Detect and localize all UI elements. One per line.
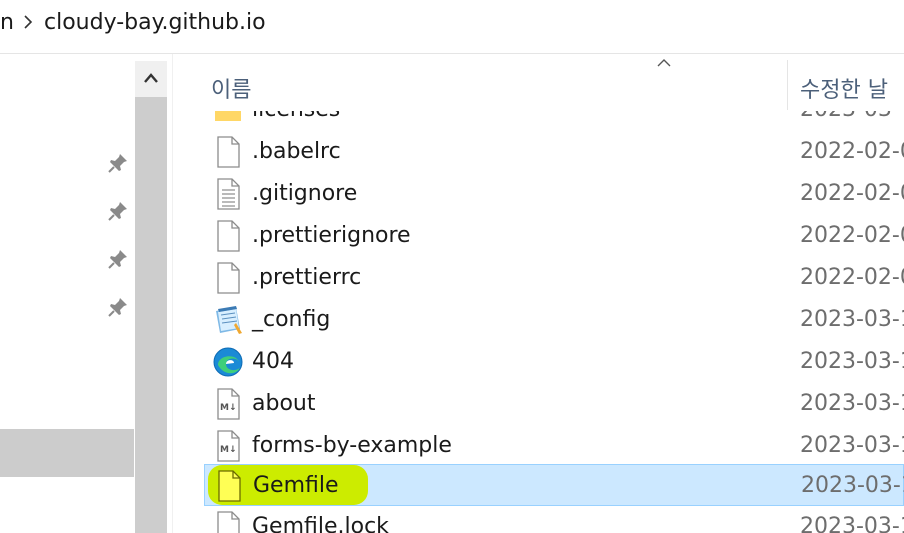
nav-scroll-up-button[interactable]	[135, 61, 167, 97]
file-date: 2023-03-1	[800, 349, 904, 374]
file-date: 2023-03-1	[800, 391, 904, 416]
markdown-icon: M↓	[217, 430, 240, 462]
blank-file-icon	[217, 262, 240, 294]
pin-icon[interactable]	[106, 295, 130, 319]
list-item[interactable]: M↓ forms-by-example 2023-03-1	[204, 425, 904, 467]
breadcrumb-previous-segment[interactable]: n	[0, 8, 14, 38]
list-item[interactable]: licenses 2023-03-	[204, 111, 904, 131]
file-date: 2022-02-0	[800, 181, 904, 206]
file-name: Gemfile	[253, 473, 339, 498]
file-date: 2022-02-0	[800, 139, 904, 164]
column-header-date-modified[interactable]: 수정한 날	[800, 72, 888, 104]
sort-ascending-icon	[657, 59, 671, 67]
text-file-icon	[217, 178, 240, 210]
list-item[interactable]: .gitignore 2022-02-0	[204, 173, 904, 215]
list-item[interactable]: .babelrc 2022-02-0	[204, 131, 904, 173]
blank-file-icon	[217, 511, 240, 533]
file-name: .gitignore	[252, 181, 358, 206]
svg-text:M↓: M↓	[220, 445, 237, 455]
nav-scrollbar-track[interactable]	[135, 61, 167, 533]
address-bar[interactable]: n cloudy-bay.github.io	[0, 0, 904, 54]
file-name: about	[252, 391, 316, 416]
file-date: 2023-03-1	[800, 514, 904, 533]
file-date: 2022-02-0	[800, 223, 904, 248]
column-header-name[interactable]: 이름	[211, 72, 251, 104]
yellow-file-icon	[218, 470, 241, 502]
list-item[interactable]: .prettierrc 2022-02-0	[204, 257, 904, 299]
file-list: licenses 2023-03- .babelrc 2022-02-0	[173, 111, 904, 533]
breadcrumb-current-folder[interactable]: cloudy-bay.github.io	[44, 8, 266, 38]
pin-icon[interactable]	[106, 151, 130, 175]
file-date: 2023-03-1	[800, 433, 904, 458]
list-item[interactable]: _config 2023-03-1	[204, 299, 904, 341]
file-name: .prettierrc	[252, 265, 362, 290]
file-date: 2022-02-0	[800, 265, 904, 290]
file-name: .babelrc	[252, 139, 341, 164]
list-item-selected[interactable]: Gemfile 2023-03-1	[204, 464, 904, 506]
folder-icon	[215, 111, 241, 121]
pin-icon[interactable]	[106, 199, 130, 223]
file-name: licenses	[252, 111, 340, 125]
svg-text:M↓: M↓	[220, 403, 237, 413]
chevron-right-icon[interactable]	[20, 10, 36, 34]
file-date: 2023-03-1	[801, 473, 904, 498]
column-resize-handle[interactable]	[787, 60, 788, 110]
list-item[interactable]: Gemfile.lock 2023-03-1	[204, 506, 904, 533]
blank-file-icon	[217, 220, 240, 252]
list-item[interactable]: M↓ about 2023-03-1	[204, 383, 904, 425]
blank-file-icon	[217, 136, 240, 168]
list-item[interactable]: 404 2023-03-1	[204, 341, 904, 383]
file-explorer-window: n cloudy-bay.github.io 이름 수정한 날 .babelrc…	[0, 0, 904, 533]
file-name: forms-by-example	[252, 433, 452, 458]
file-name: _config	[252, 307, 331, 332]
notepad-icon	[216, 306, 242, 334]
markdown-icon: M↓	[217, 388, 240, 420]
file-name: Gemfile.lock	[252, 514, 389, 533]
nav-item-selected[interactable]	[0, 429, 134, 477]
file-date: 2023-03-1	[800, 307, 904, 332]
chevron-up-icon	[144, 73, 158, 83]
list-item[interactable]: .prettierignore 2022-02-0	[204, 215, 904, 257]
column-header-row: 이름 수정한 날	[173, 54, 904, 111]
edge-icon	[213, 347, 243, 377]
pin-icon[interactable]	[106, 247, 130, 271]
file-date: 2023-03-	[800, 111, 900, 125]
file-name: 404	[252, 349, 294, 374]
file-name: .prettierignore	[252, 223, 411, 248]
